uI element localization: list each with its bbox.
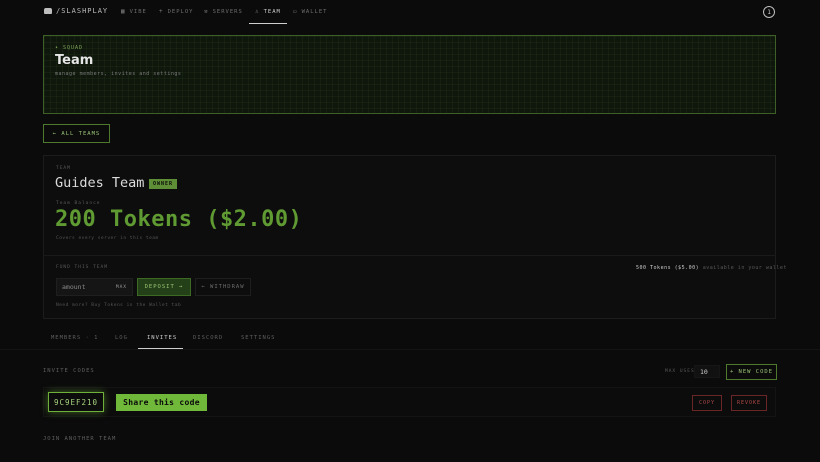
grid-icon: ▦ [121,8,126,15]
tools-icon: ⚒ [204,8,209,15]
nav-item-wallet[interactable]: ▭ WALLET [293,8,328,15]
nav-item-team[interactable]: ♙ TEAM [255,8,281,15]
balance-note: Covers every server in this team [56,236,159,241]
fund-label: FUND THIS TEAM [56,265,108,270]
wallet-available-amount: 500 Tokens ($5.00) [636,265,700,271]
copy-button[interactable]: COPY [692,395,722,411]
tab-invites[interactable]: INVITES [147,335,177,341]
wallet-icon: ▭ [293,8,298,15]
deposit-button[interactable]: DEPOSIT → [137,278,191,296]
wallet-available: 500 Tokens ($5.00) available in your wal… [636,265,787,271]
new-code-button[interactable]: + NEW CODE [726,364,777,380]
revoke-button[interactable]: REVOKE [731,395,767,411]
gamepad-icon [44,8,52,14]
fund-note: Need more? Buy Tokens in the Wallet tab [56,303,182,308]
invite-code[interactable]: 9C9EF210 [48,392,104,412]
active-tab-underline [138,348,183,349]
nav-item-deploy[interactable]: + DEPLOY [159,8,194,15]
amount-placeholder: amount [62,283,86,291]
tab-log[interactable]: LOG [115,335,128,341]
tabs-divider [0,349,820,350]
wallet-available-suffix: available in your wallet [702,265,787,271]
plus-icon: + [159,8,164,15]
all-teams-button[interactable]: ← ALL TEAMS [43,124,110,143]
tab-members[interactable]: MEMBERS · 1 [51,335,98,341]
team-label: TEAM [56,166,71,171]
tab-settings[interactable]: SETTINGS [241,335,276,341]
page-subtitle: manage members, invites and settings [55,71,182,77]
max-uses-input[interactable]: 10 [694,365,720,378]
max-button[interactable]: MAX [116,285,127,290]
header-eyebrow: • SQUAD [55,45,84,51]
active-nav-underline [249,23,287,24]
card-divider [43,255,776,256]
team-name: Guides Team [55,175,145,191]
page-title: Team [55,53,94,68]
team-balance: 200 Tokens ($2.00) [55,207,303,232]
amount-input[interactable]: amount MAX [56,278,133,296]
balance-label: Team Balance [56,201,101,206]
nav-item-servers[interactable]: ⚒ SERVERS [204,8,243,15]
tab-discord[interactable]: DISCORD [193,335,223,341]
avatar[interactable]: 1 [763,6,775,18]
share-code-button[interactable]: Share this code [116,394,207,411]
brand[interactable]: /SLASHPLAY [44,7,108,15]
withdraw-button[interactable]: ← WITHDRAW [195,278,251,296]
user-icon: ♙ [255,8,260,15]
join-team-title: JOIN ANOTHER TEAM [43,436,117,442]
brand-name: /SLASHPLAY [56,7,109,15]
nav-item-vibe[interactable]: ▦ VIBE [121,8,147,15]
invite-codes-title: INVITE CODES [43,368,95,374]
owner-badge: OWNER [149,179,177,189]
max-uses-label: MAX USES [665,369,695,374]
top-nav: /SLASHPLAY ▦ VIBE + DEPLOY ⚒ SERVERS ♙ T… [0,0,820,26]
page-header: • SQUAD Team manage members, invites and… [43,35,776,114]
